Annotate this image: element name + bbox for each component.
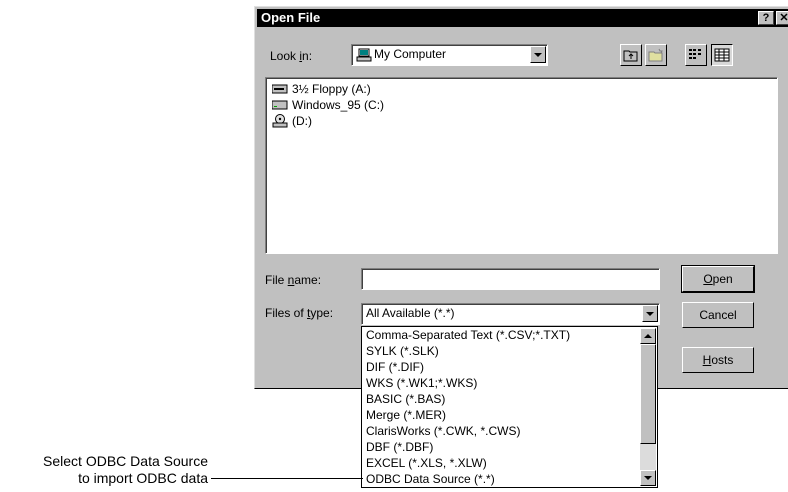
help-button[interactable]: ? bbox=[758, 11, 774, 25]
look-in-dropdown-button[interactable] bbox=[530, 46, 546, 63]
cd-drive-icon bbox=[272, 114, 288, 128]
files-of-type-dropdown-list[interactable]: Comma-Separated Text (*.CSV;*.TXT) SYLK … bbox=[361, 326, 658, 488]
type-option[interactable]: Merge (*.MER) bbox=[366, 408, 446, 424]
file-name-label: File name: bbox=[265, 273, 322, 287]
callout-text: Select ODBC Data Source to import ODBC d… bbox=[43, 453, 208, 487]
files-of-type-combo[interactable]: All Available (*.*) bbox=[361, 303, 660, 325]
look-in-combo[interactable]: My Computer bbox=[351, 44, 548, 66]
file-name-input[interactable] bbox=[361, 268, 660, 290]
create-new-folder-button[interactable] bbox=[645, 44, 667, 66]
file-item-label: Windows_95 (C:) bbox=[292, 98, 385, 112]
open-button[interactable]: Open bbox=[681, 265, 755, 293]
dialog-title: Open File bbox=[261, 10, 321, 25]
type-option[interactable]: BASIC (*.BAS) bbox=[366, 392, 445, 408]
floppy-drive-icon bbox=[272, 84, 288, 94]
my-computer-icon bbox=[356, 48, 372, 62]
file-list[interactable]: 3½ Floppy (A:) Windows_95 (C:) (D:) bbox=[265, 77, 778, 254]
file-item-label: 3½ Floppy (A:) bbox=[292, 82, 371, 96]
dropdown-scrollbar[interactable] bbox=[640, 328, 656, 486]
folder-up-icon bbox=[623, 50, 638, 62]
files-of-type-dropdown-button[interactable] bbox=[642, 305, 658, 322]
close-button[interactable]: ✕ bbox=[776, 11, 788, 25]
callout-line-2: to import ODBC data bbox=[78, 470, 208, 486]
type-option[interactable]: DIF (*.DIF) bbox=[366, 360, 424, 376]
cancel-button[interactable]: Cancel bbox=[682, 302, 754, 328]
title-bar[interactable]: Open File ? ✕ bbox=[257, 9, 788, 27]
look-in-value: My Computer bbox=[374, 47, 447, 61]
type-option[interactable]: SYLK (*.SLK) bbox=[366, 344, 439, 360]
type-option[interactable]: WKS (*.WK1;*.WKS) bbox=[366, 376, 477, 392]
files-of-type-value: All Available (*.*) bbox=[366, 306, 455, 320]
details-view-icon bbox=[714, 48, 730, 62]
scroll-up-button[interactable] bbox=[640, 328, 656, 344]
type-option[interactable]: DBF (*.DBF) bbox=[366, 440, 433, 456]
hosts-button[interactable]: Hosts bbox=[682, 347, 754, 373]
type-option[interactable]: ClarisWorks (*.CWK, *.CWS) bbox=[366, 424, 520, 440]
scroll-thumb[interactable] bbox=[640, 344, 656, 444]
up-one-level-button[interactable] bbox=[620, 44, 642, 66]
new-folder-icon bbox=[648, 48, 663, 62]
look-in-label: Look in: bbox=[270, 49, 313, 63]
hard-drive-icon bbox=[272, 100, 288, 110]
type-option[interactable]: Comma-Separated Text (*.CSV;*.TXT) bbox=[366, 328, 570, 344]
callout-line-1: Select ODBC Data Source bbox=[43, 453, 208, 469]
file-item-label: (D:) bbox=[292, 114, 312, 128]
list-view-button[interactable] bbox=[685, 44, 707, 66]
list-view-icon bbox=[689, 49, 701, 59]
details-view-button[interactable] bbox=[711, 44, 733, 66]
type-option-odbc[interactable]: ODBC Data Source (*.*) bbox=[366, 472, 495, 488]
scroll-down-button[interactable] bbox=[640, 470, 656, 486]
type-option[interactable]: EXCEL (*.XLS, *.XLW) bbox=[366, 456, 487, 472]
callout-line bbox=[211, 478, 363, 479]
files-of-type-label: Files of type: bbox=[265, 306, 334, 320]
